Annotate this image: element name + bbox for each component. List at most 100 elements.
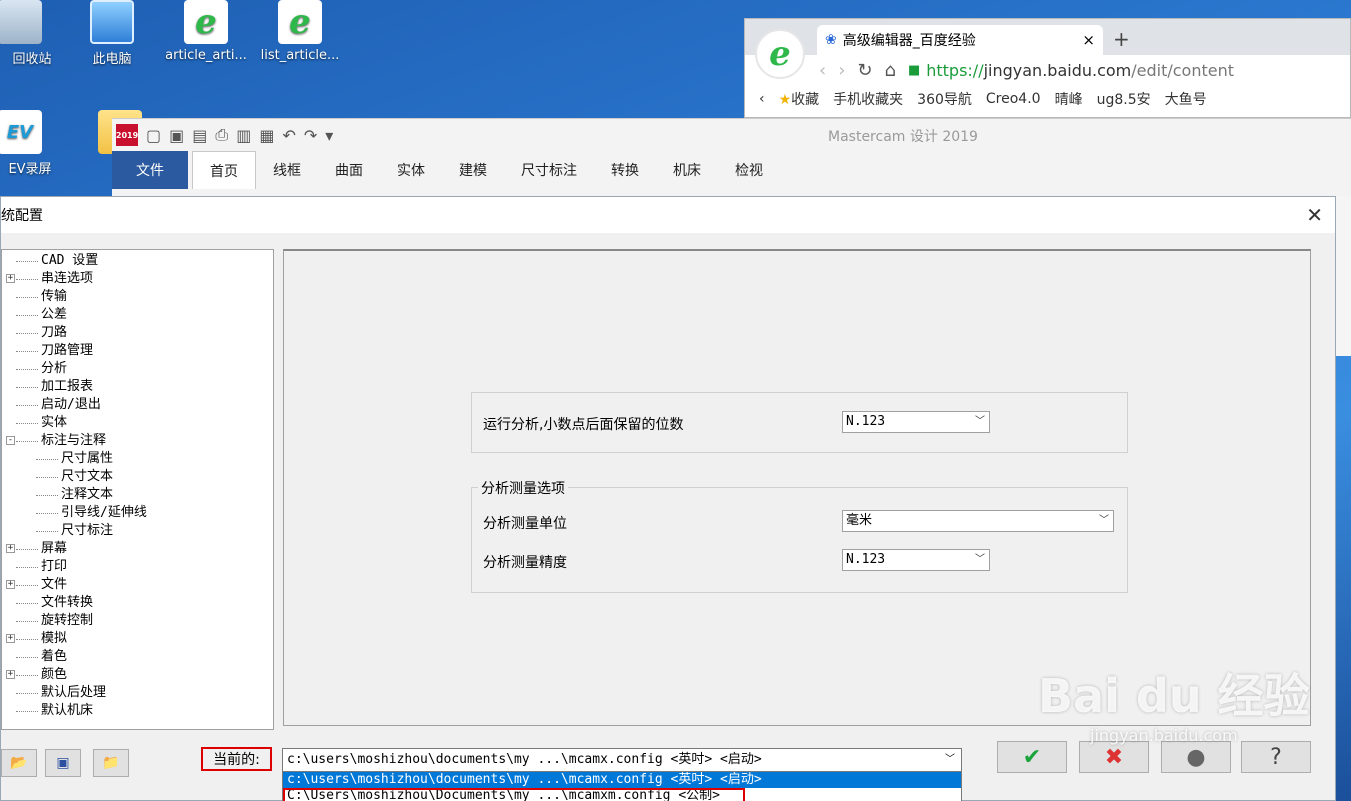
tab-home[interactable]: 首页 (192, 151, 256, 189)
expand-icon[interactable]: + (6, 544, 15, 553)
save-config-button[interactable]: ▣ (45, 749, 81, 777)
config-tree[interactable]: CAD 设置 + 串连选项 传输 公差 刀路 刀路管理 分析加工报表 启动/退出 实体 - 标注与注释… (1, 249, 274, 730)
tree-item[interactable]: 注释文本 (2, 486, 273, 504)
merge-config-button[interactable]: 📁 (93, 749, 129, 777)
close-icon[interactable]: ✕ (1306, 203, 1323, 227)
config-option[interactable]: c:\users\moshizhou\documents\my ...\mcam… (283, 772, 961, 788)
tree-item[interactable]: + 文件 (2, 576, 273, 594)
properties-icon[interactable]: ▦ (259, 126, 274, 145)
tab-solids[interactable]: 实体 (380, 151, 442, 189)
tab-view[interactable]: 检视 (718, 151, 780, 189)
reload-icon[interactable]: ↻ (857, 60, 872, 81)
bookmark-item[interactable]: 晴峰 (1055, 89, 1083, 109)
tree-item[interactable]: 传输 (2, 288, 273, 306)
bookmark-item[interactable]: 大鱼号 (1165, 89, 1207, 109)
tree-connector (16, 657, 38, 658)
desktop-icon-this-pc[interactable]: 此电脑 (66, 0, 158, 67)
decimal-places-select[interactable]: N.123 ﹀ (842, 411, 990, 433)
help-icon: ? (1270, 744, 1282, 770)
measure-precision-select[interactable]: N.123 ﹀ (842, 549, 990, 571)
tree-item[interactable]: 刀路 (2, 324, 273, 342)
config-dropdown-list[interactable]: c:\users\moshizhou\documents\my ...\mcam… (282, 771, 962, 801)
current-config-value: c:\users\moshizhou\documents\my ...\mcam… (287, 752, 762, 767)
baidu-watermark-url: jingyan.baidu.com (1090, 726, 1238, 745)
tree-item[interactable]: 实体 (2, 414, 273, 432)
collapse-icon[interactable]: - (6, 436, 15, 445)
tree-item[interactable]: 启动/退出 (2, 396, 273, 414)
tree-item[interactable]: 加工报表 (2, 378, 273, 396)
tree-item[interactable]: + 串连选项 (2, 270, 273, 288)
undo-icon[interactable]: ↶ (282, 126, 295, 145)
ok-button[interactable]: ✔ (997, 741, 1067, 773)
browser-logo-icon: e (755, 29, 805, 79)
desktop-icon-recycle-bin[interactable]: 回收站 (0, 0, 66, 67)
new-file-icon[interactable]: ▢ (146, 126, 161, 145)
open-icon[interactable]: ▤ (192, 126, 207, 145)
expand-icon[interactable]: + (6, 274, 15, 283)
tree-item[interactable]: 尺寸文本 (2, 468, 273, 486)
tree-item[interactable]: 旋转控制 (2, 612, 273, 630)
customize-qat-icon[interactable]: ▾ (325, 126, 333, 145)
bookmark-item[interactable]: ★收藏 (779, 89, 820, 109)
measure-unit-select[interactable]: 毫米 ﹀ (842, 510, 1114, 532)
desktop-icon-ev-recorder[interactable]: EV EV录屏 (0, 110, 66, 177)
open-folder-icon: 📂 (10, 755, 28, 771)
tree-item[interactable]: 公差 (2, 306, 273, 324)
tree-item[interactable]: 默认后处理 (2, 684, 273, 702)
tree-connector (16, 693, 38, 694)
bookmarks-scroll-left-icon[interactable]: ‹ (759, 91, 765, 107)
tab-machine[interactable]: 机床 (656, 151, 718, 189)
bookmark-item[interactable]: Creo4.0 (986, 91, 1041, 107)
tree-item[interactable]: + 模拟 (2, 630, 273, 648)
bookmark-item[interactable]: ug8.5安 (1097, 89, 1151, 109)
tree-connector (36, 459, 58, 460)
tab-surfaces[interactable]: 曲面 (318, 151, 380, 189)
config-option[interactable]: C:\Users\moshizhou\Documents\my ...\mcam… (283, 788, 745, 801)
home-icon[interactable]: ⌂ (885, 60, 896, 81)
tree-item[interactable]: + 屏幕 (2, 540, 273, 558)
tree-item[interactable]: - 标注与注释 (2, 432, 273, 450)
ev-recorder-icon: EV (0, 110, 42, 154)
tree-item-label: 分析 (41, 361, 68, 376)
tree-item[interactable]: 刀路管理 (2, 342, 273, 360)
tab-model[interactable]: 建模 (442, 151, 504, 189)
expand-icon[interactable]: + (6, 670, 15, 679)
desktop-icon-list-file[interactable]: e list_article... (254, 0, 346, 63)
apply-button[interactable]: ● (1161, 741, 1231, 773)
new-tab-button[interactable]: + (1113, 27, 1130, 51)
save-icon[interactable]: ▣ (169, 126, 184, 145)
expand-icon[interactable]: + (6, 634, 15, 643)
back-icon[interactable]: ‹ (819, 60, 826, 81)
tree-item[interactable]: + 颜色 (2, 666, 273, 684)
expand-icon[interactable]: + (6, 580, 15, 589)
print-icon[interactable]: ⎙ (215, 125, 228, 145)
tab-transform[interactable]: 转换 (594, 151, 656, 189)
tree-item[interactable]: 着色 (2, 648, 273, 666)
close-tab-icon[interactable]: × (1082, 31, 1095, 49)
tree-item-label: 默认机床 (41, 703, 94, 718)
cancel-button[interactable]: ✖ (1079, 741, 1149, 773)
tree-item[interactable]: 默认机床 (2, 702, 273, 720)
redo-icon[interactable]: ↷ (304, 126, 317, 145)
url-host: jingyan.baidu.com (983, 60, 1132, 80)
tab-file[interactable]: 文件 (112, 151, 188, 189)
help-button[interactable]: ? (1241, 741, 1311, 773)
bookmark-item[interactable]: 手机收藏夹 (833, 89, 903, 109)
tree-item[interactable]: CAD 设置 (2, 252, 273, 270)
tree-item[interactable]: 引导线/延伸线 (2, 504, 273, 522)
desktop-icon-article-file[interactable]: e article_arti... (160, 0, 252, 63)
forward-icon[interactable]: › (838, 60, 845, 81)
browser-tab[interactable]: ❀ 高级编辑器_百度经验 × (817, 25, 1103, 55)
tab-wireframe[interactable]: 线框 (256, 151, 318, 189)
bookmark-item[interactable]: 360导航 (917, 89, 972, 109)
tree-item[interactable]: 打印 (2, 558, 273, 576)
address-bar[interactable]: ■ https://jingyan.baidu.com/edit/content (908, 61, 1234, 80)
tree-item[interactable]: 分析 (2, 360, 273, 378)
tree-item[interactable]: 文件转换 (2, 594, 273, 612)
open-config-button[interactable]: 📂 (1, 749, 37, 777)
save-as-icon[interactable]: ▥ (236, 126, 251, 145)
tab-dimension[interactable]: 尺寸标注 (504, 151, 594, 189)
current-config-select[interactable]: c:\users\moshizhou\documents\my ...\mcam… (282, 748, 962, 772)
tree-item[interactable]: 尺寸属性 (2, 450, 273, 468)
tree-item[interactable]: 尺寸标注 (2, 522, 273, 540)
